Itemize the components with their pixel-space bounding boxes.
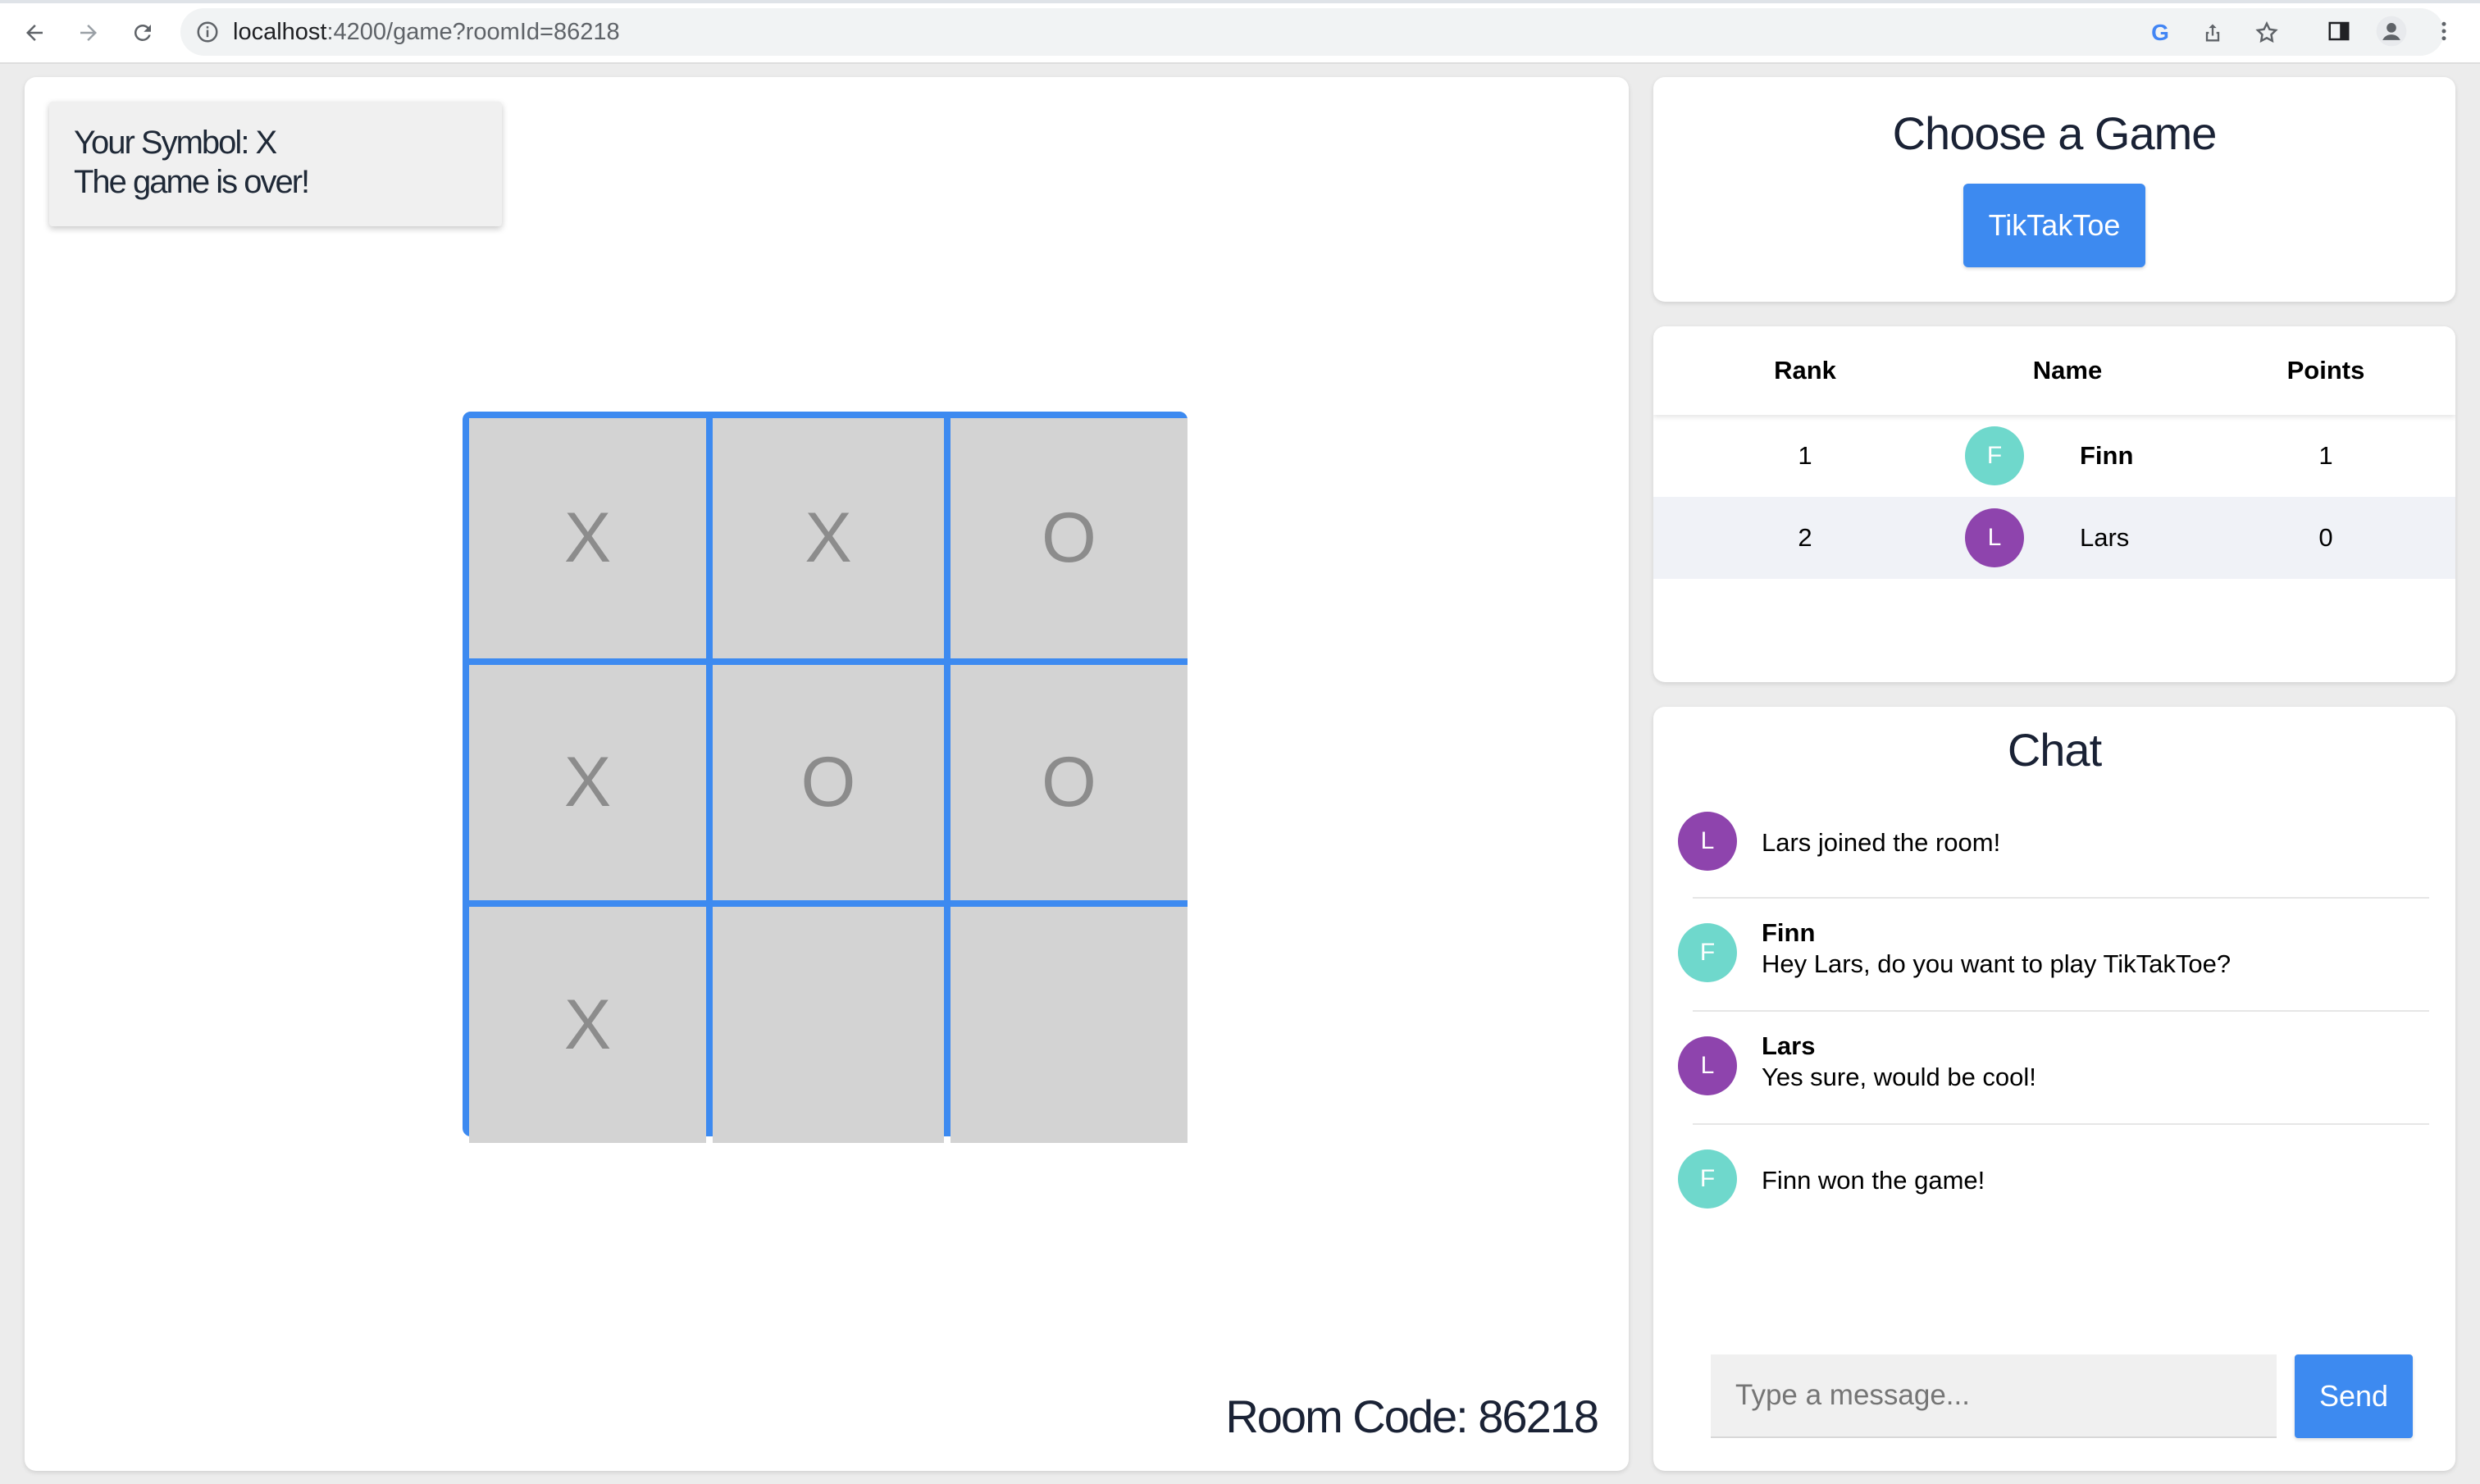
game-status-text: The game is over! <box>74 164 310 200</box>
tictactoe-board: X X O X O O X <box>463 412 1188 1143</box>
browser-toolbar: localhost:4200/game?roomId=86218 G <box>0 0 2480 64</box>
chat-message-text: Lars joined the room! <box>1762 828 2001 857</box>
url-text: localhost:4200/game?roomId=86218 <box>233 18 620 46</box>
profile-glyph <box>2376 16 2407 47</box>
rank-cell: 2 <box>1798 523 1812 552</box>
back-button[interactable] <box>15 13 54 52</box>
points-cell: 0 <box>2318 523 2333 552</box>
name-cell: Finn <box>2080 441 2134 470</box>
chat-divider <box>1693 1123 2429 1125</box>
game-status-box: Your Symbol: X The game is over! <box>49 102 502 226</box>
rank-cell: 1 <box>1798 441 1812 470</box>
tab-strip-edge <box>0 0 2480 3</box>
board-cell-4[interactable]: X <box>469 665 706 900</box>
share-glyph <box>2205 24 2220 42</box>
side-panel-glyph <box>2328 21 2350 41</box>
board-cell-1[interactable]: X <box>469 418 706 658</box>
board-cell-2[interactable]: X <box>713 418 944 658</box>
share-icon[interactable] <box>2200 20 2226 46</box>
profile-icon[interactable] <box>2375 15 2408 48</box>
game-panel: Your Symbol: X The game is over! X X O X… <box>25 77 1629 1471</box>
chat-divider <box>1693 897 2429 899</box>
star-glyph <box>2255 20 2278 43</box>
board-cell-7[interactable]: X <box>469 907 706 1143</box>
choose-game-title: Choose a Game <box>1892 107 2218 159</box>
google-lens-icon[interactable]: G <box>2147 20 2173 46</box>
name-column-header: Name <box>2032 356 2103 385</box>
arrow-right-icon <box>80 25 97 41</box>
tiktaktoe-button[interactable]: TikTakToe <box>1963 184 2145 267</box>
menu-kebab-icon[interactable] <box>2428 15 2460 48</box>
name-cell: Lars <box>2080 523 2130 552</box>
avatar: L <box>1965 508 2024 567</box>
board-cell-8[interactable] <box>713 907 944 1143</box>
url-host: localhost <box>233 19 327 45</box>
avatar: F <box>1965 426 2024 485</box>
avatar: F <box>1678 1149 1737 1209</box>
choose-game-panel: Choose a Game TikTakToe <box>1653 77 2455 302</box>
forward-button[interactable] <box>69 13 108 52</box>
avatar: L <box>1678 1036 1737 1095</box>
table-row: 1 F Finn 1 <box>1653 415 2455 497</box>
board-cell-5[interactable]: O <box>713 665 944 900</box>
kebab-glyph <box>2441 21 2446 41</box>
points-cell: 1 <box>2318 441 2333 470</box>
your-symbol-text: Your Symbol: X <box>74 125 277 161</box>
send-button[interactable]: Send <box>2295 1354 2413 1438</box>
board-cell-9[interactable] <box>951 907 1188 1143</box>
arrow-left-icon <box>26 25 43 41</box>
chat-message-text: Finn won the game! <box>1762 1166 1985 1195</box>
chat-message-author: Lars <box>1762 1031 1816 1060</box>
rank-column-header: Rank <box>1774 356 1836 385</box>
chat-message-author: Finn <box>1762 918 1816 947</box>
chat-panel: Chat L Lars joined the room! F Finn Hey … <box>1653 707 2455 1471</box>
chat-message-text: Yes sure, would be cool! <box>1762 1063 2036 1091</box>
chat-message-text: Hey Lars, do you want to play TikTakToe? <box>1762 949 2232 978</box>
avatar: F <box>1678 923 1737 982</box>
chat-message-input[interactable] <box>1711 1354 2277 1438</box>
side-panel-icon[interactable] <box>2323 15 2355 48</box>
chat-title: Chat <box>2007 724 2102 776</box>
bookmark-star-icon[interactable] <box>2254 20 2280 46</box>
info-icon[interactable] <box>195 20 220 44</box>
chat-divider <box>1693 1010 2429 1012</box>
address-bar[interactable]: localhost:4200/game?roomId=86218 G <box>180 8 2444 56</box>
url-path: :4200/game?roomId=86218 <box>326 19 620 45</box>
board-cell-6[interactable]: O <box>951 665 1188 900</box>
google-g-glyph: G <box>2151 20 2169 45</box>
reload-button[interactable] <box>123 13 162 52</box>
ranking-header: Rank Name Points <box>1653 326 2455 415</box>
board-cell-3[interactable]: O <box>951 418 1188 658</box>
avatar: L <box>1678 812 1737 871</box>
ranking-table: Rank Name Points 1 F Finn 1 2 L Lars 0 <box>1653 326 2455 682</box>
points-column-header: Points <box>2286 356 2365 385</box>
reload-icon <box>134 24 151 41</box>
table-row: 2 L Lars 0 <box>1653 497 2455 579</box>
room-code: Room Code: 86218 <box>1225 1391 1599 1442</box>
